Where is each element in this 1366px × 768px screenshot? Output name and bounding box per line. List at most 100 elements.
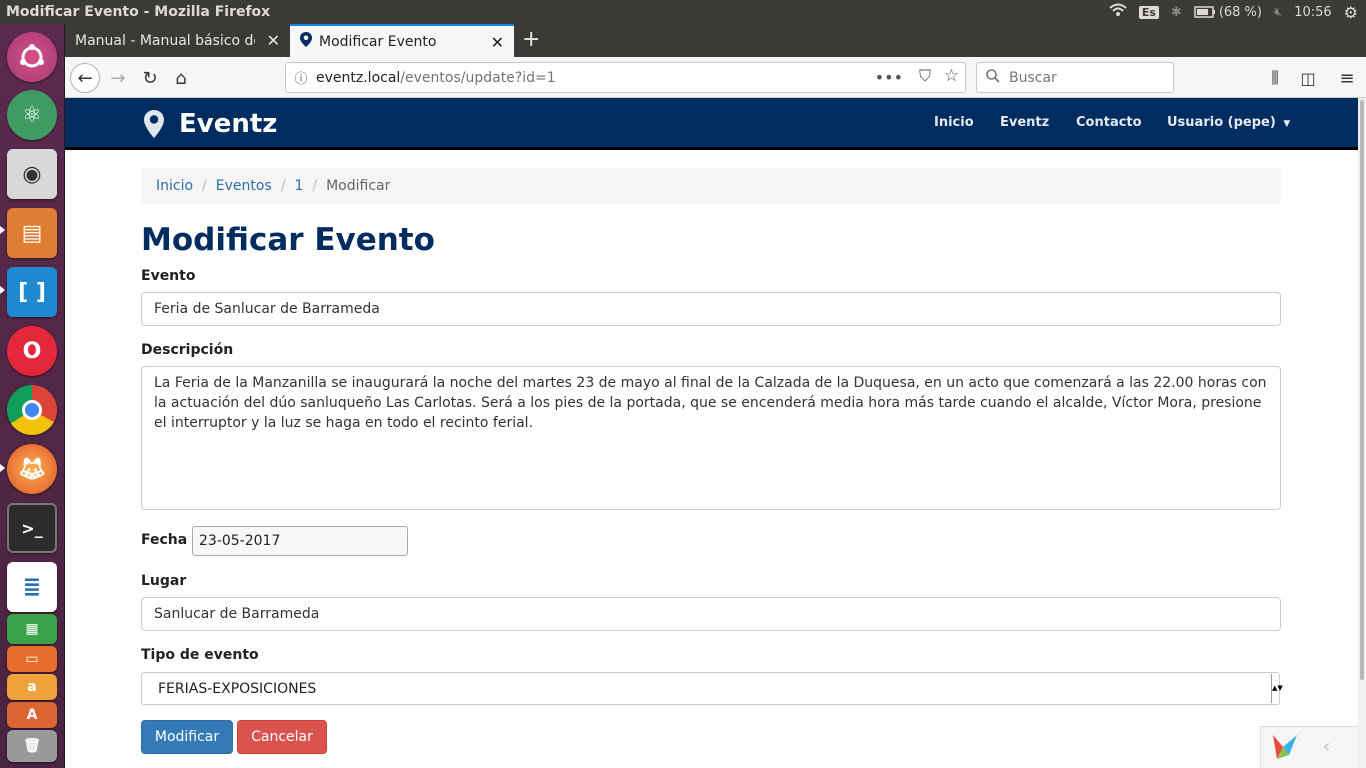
breadcrumb-current: Modificar — [326, 178, 391, 194]
home-button[interactable]: ⌂ — [166, 63, 196, 93]
launcher-running-indicator — [0, 464, 5, 472]
desktop: Modificar Evento - Mozilla Firefox Es ✱ … — [0, 0, 1366, 768]
chevron-left-icon[interactable]: ‹ — [1323, 736, 1330, 757]
lugar-input[interactable]: Sanlucar de Barrameda — [141, 597, 1281, 631]
modificar-button[interactable]: Modificar — [141, 720, 233, 754]
brand-name: Eventz — [179, 109, 278, 139]
sidebar-icon: ◫ — [1300, 68, 1316, 88]
software-center-icon[interactable]: A — [7, 702, 57, 728]
nav-link-inicio[interactable]: Inicio — [934, 115, 974, 130]
tab-label: Manual - Manual básico de Git — [75, 32, 255, 49]
close-icon[interactable]: ✕ — [491, 33, 504, 52]
firefox-browser-icon[interactable]: 🦊︎ — [7, 444, 57, 494]
yii-logo-icon — [1269, 731, 1301, 767]
scrollbar-thumb[interactable] — [1360, 100, 1364, 680]
breadcrumb: Inicio / Eventos / 1 / Modificar — [141, 168, 1281, 204]
pocket-icon[interactable]: ⛉ — [919, 66, 931, 86]
browser-tab-bar: Manual - Manual básico de Git ✕ Modifica… — [65, 24, 1366, 57]
browser-toolbar: ← → ↻ ⌂ ⓘ eventz.local/eventos/update?id… — [65, 57, 1366, 98]
sidebar-button[interactable]: ◫ — [1293, 63, 1323, 93]
libreoffice-impress-icon[interactable]: ▭ — [7, 646, 57, 672]
bluetooth-icon[interactable]: ✱ — [1171, 5, 1182, 20]
fecha-input[interactable]: 23-05-2017 — [192, 526, 408, 556]
page-viewport: Eventz Inicio Eventz Contacto Usuario (p… — [65, 98, 1358, 768]
breadcrumb-separator: / — [202, 178, 207, 194]
ubuntu-dash-icon[interactable] — [7, 32, 57, 82]
battery-indicator[interactable]: (68 %) — [1194, 5, 1262, 20]
launcher-running-indicator — [0, 226, 5, 234]
tab-manual-git[interactable]: Manual - Manual básico de Git ✕ — [65, 24, 290, 57]
close-icon[interactable]: ✕ — [267, 31, 280, 50]
chrome-browser-icon[interactable] — [7, 385, 57, 435]
clock[interactable]: 10:56 — [1294, 5, 1331, 20]
caret-down-icon: ▼ — [1283, 119, 1291, 129]
evento-input[interactable]: Feria de Sanlucar de Barrameda — [141, 292, 1281, 326]
arrow-left-icon: ← — [77, 67, 93, 89]
breadcrumb-separator: / — [280, 178, 286, 194]
descripcion-label: Descripción — [141, 342, 234, 358]
nav-link-eventz[interactable]: Eventz — [1000, 115, 1049, 130]
volume-muted-icon[interactable]: 🔇︎ — [1274, 5, 1282, 20]
opera-browser-icon[interactable]: O — [7, 326, 57, 376]
menu-button[interactable]: ≡ — [1332, 63, 1362, 93]
select-arrow-icon: ▲▼ — [1271, 674, 1283, 703]
libreoffice-writer-icon[interactable]: ≣ — [7, 562, 57, 612]
url-host: eventz.local — [316, 69, 401, 86]
wifi-icon[interactable] — [1109, 3, 1127, 21]
evento-label: Evento — [141, 268, 196, 284]
amazon-icon[interactable]: a — [7, 674, 57, 700]
breadcrumb-link-id[interactable]: 1 — [294, 178, 303, 194]
terminal-icon[interactable]: >_ — [7, 503, 57, 553]
trash-icon[interactable]: 🗑︎ — [7, 730, 57, 762]
new-tab-button[interactable]: + — [522, 24, 540, 57]
reload-button[interactable]: ↻ — [135, 63, 165, 93]
keyboard-layout-indicator[interactable]: Es — [1138, 5, 1159, 19]
nav-user-dropdown[interactable]: Usuario (pepe) ▼ — [1167, 115, 1290, 130]
nav-link-contacto[interactable]: Contacto — [1076, 115, 1142, 130]
tipo-evento-selected: FERIAS-EXPOSICIONES — [158, 680, 317, 697]
page-scrollbar[interactable] — [1358, 98, 1366, 768]
search-placeholder: Buscar — [1009, 69, 1057, 86]
camera-app-icon[interactable]: ◉ — [7, 149, 57, 199]
gear-icon[interactable]: ⚙ — [1344, 3, 1358, 22]
tab-label: Modificar Evento — [319, 33, 437, 50]
tipo-evento-select[interactable]: FERIAS-EXPOSICIONES ▲▼ — [141, 672, 1283, 705]
breadcrumb-separator: / — [312, 178, 318, 194]
breadcrumb-link-eventos[interactable]: Eventos — [216, 178, 272, 194]
library-icon: ⫼ — [1271, 68, 1279, 87]
atom-editor-icon[interactable]: ⚛ — [7, 90, 57, 140]
url-path: /eventos/update?id=1 — [400, 69, 556, 86]
url-bar[interactable]: ⓘ eventz.local/eventos/update?id=1 ••• ⛉… — [285, 62, 966, 93]
search-bar[interactable]: Buscar — [976, 62, 1174, 93]
fecha-label: Fecha — [141, 532, 188, 548]
unity-launcher: ⚛ ◉ ▤ [ ] O 🦊︎ >_ ≣ ▦ ▭ a A 🗑︎ — [0, 24, 65, 768]
cancelar-button[interactable]: Cancelar — [237, 720, 327, 754]
battery-percent: (68 %) — [1218, 4, 1262, 20]
back-button[interactable]: ← — [70, 63, 100, 93]
file-manager-icon[interactable]: ▤ — [7, 208, 57, 258]
search-icon — [977, 68, 1009, 87]
lugar-label: Lugar — [141, 573, 187, 589]
breadcrumb-link-inicio[interactable]: Inicio — [156, 178, 193, 194]
descripcion-textarea[interactable]: La Feria de la Manzanilla se inaugurará … — [141, 366, 1281, 510]
brackets-editor-icon[interactable]: [ ] — [7, 267, 57, 317]
bookmark-star-icon[interactable]: ☆ — [944, 66, 959, 86]
arrow-right-icon: → — [110, 67, 126, 89]
page-title: Modificar Evento — [141, 222, 435, 258]
library-button[interactable]: ⫼ — [1260, 63, 1290, 93]
libreoffice-calc-icon[interactable]: ▦ — [7, 614, 57, 644]
yii-debug-toolbar[interactable]: ‹ — [1260, 726, 1358, 768]
home-icon: ⌂ — [175, 67, 187, 89]
reload-icon: ↻ — [142, 67, 158, 89]
site-brand[interactable]: Eventz — [143, 108, 277, 140]
launcher-running-indicator — [0, 286, 5, 294]
info-icon[interactable]: ⓘ — [286, 68, 316, 87]
battery-icon — [1194, 6, 1215, 18]
map-pin-icon — [300, 32, 312, 51]
tab-modificar-evento[interactable]: Modificar Evento ✕ — [290, 24, 514, 57]
panel-indicators: Es ✱ (68 %) 🔇︎ 10:56 ⚙ — [1109, 0, 1358, 24]
user-menu-label: Usuario (pepe) — [1167, 115, 1276, 130]
forward-button[interactable]: → — [103, 63, 133, 93]
hamburger-menu-icon: ≡ — [1339, 67, 1355, 89]
page-actions-icon[interactable]: ••• — [875, 68, 903, 87]
